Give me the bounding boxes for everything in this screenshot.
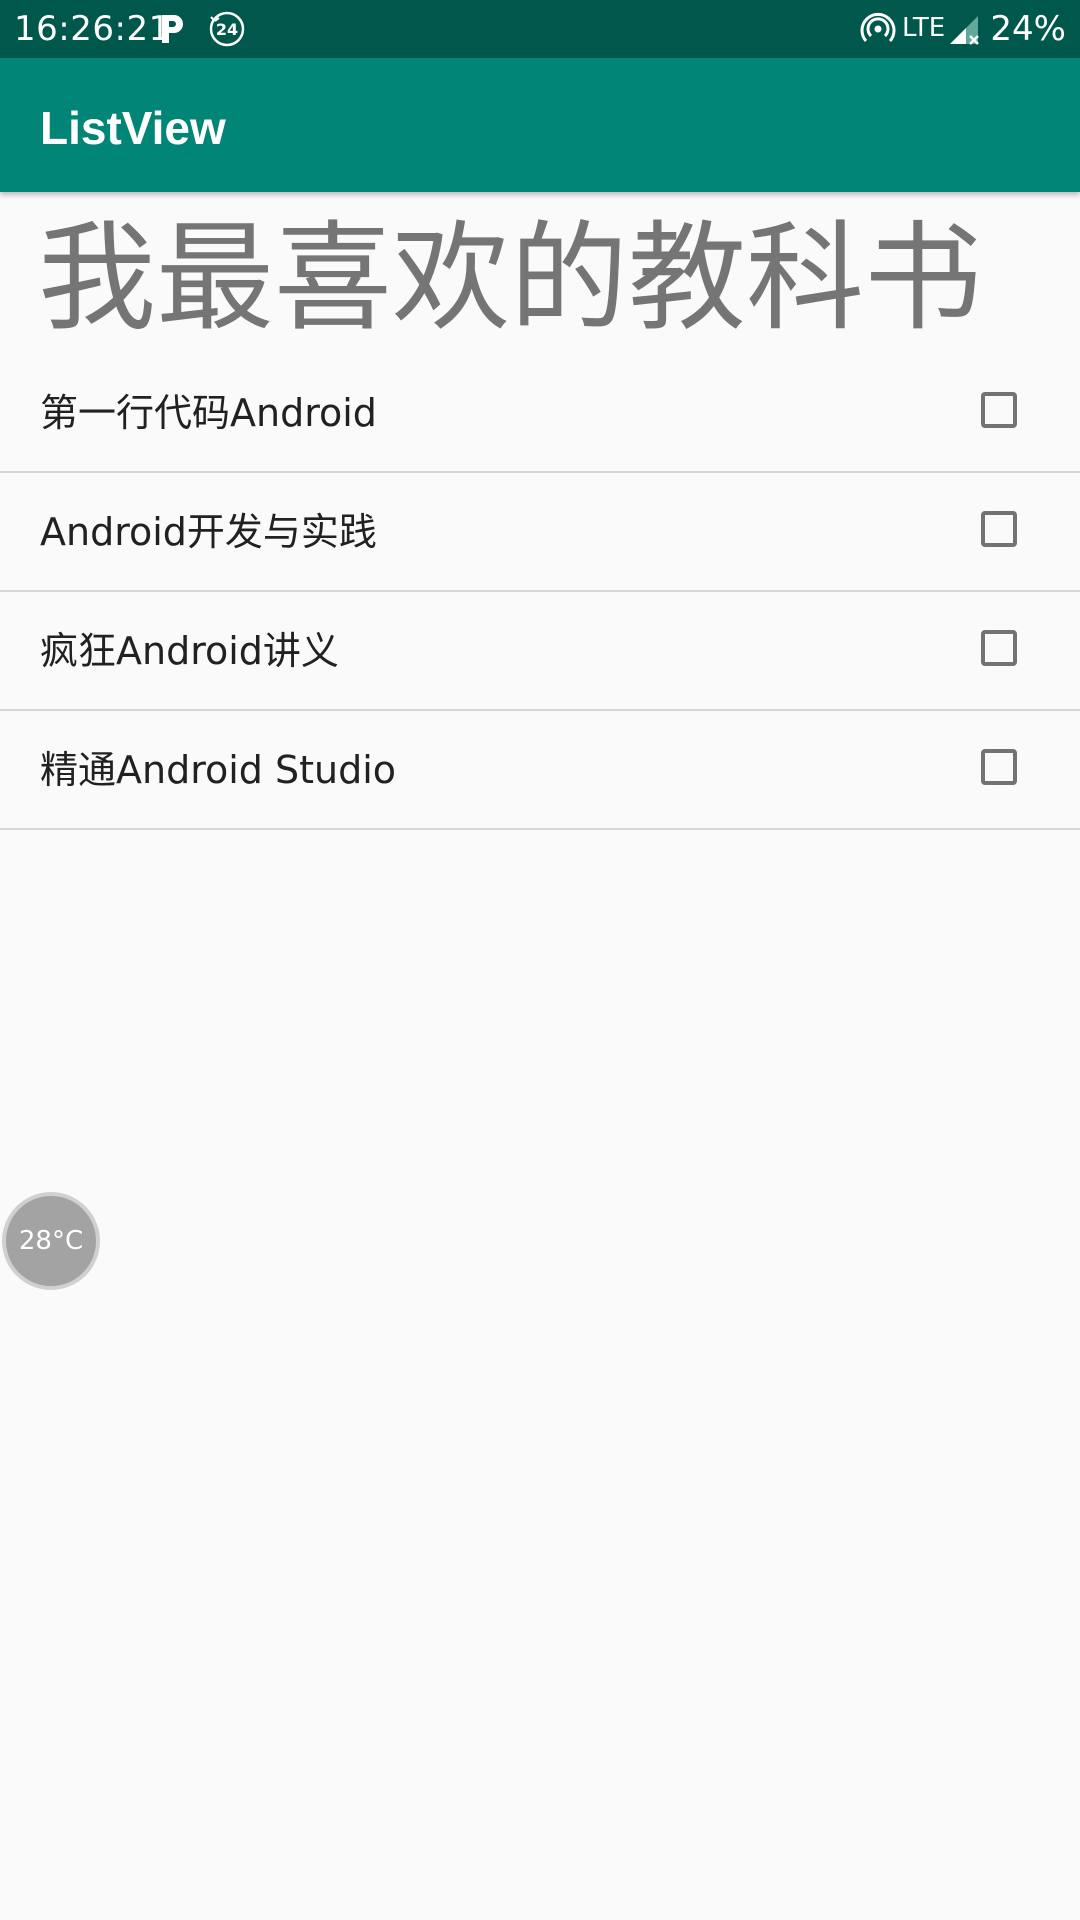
list-item[interactable]: 疯狂Android讲义 <box>0 592 1080 711</box>
list-item-checkbox[interactable] <box>981 392 1017 428</box>
list-item[interactable]: 精通Android Studio <box>0 711 1080 830</box>
page-heading: 我最喜欢的教科书 <box>38 209 983 347</box>
list-item-label: 精通Android Studio <box>40 748 397 792</box>
list-item-label: 疯狂Android讲义 <box>40 629 339 673</box>
list-item[interactable]: 第一行代码Android <box>0 354 1080 473</box>
list-item-checkbox[interactable] <box>981 630 1017 666</box>
app-title: ListView <box>40 102 226 154</box>
screen: 16:26:21 24 LTE 24% ListView 我最喜欢的教科书 第一… <box>0 0 1080 1920</box>
list-item-label: Android开发与实践 <box>40 510 377 554</box>
parking-app-icon <box>162 15 183 43</box>
list-item-label: 第一行代码Android <box>40 391 377 435</box>
weather-floating-bubble[interactable]: 28°C <box>2 1192 100 1290</box>
battery-percentage: 24% <box>990 9 1066 49</box>
status-time: 16:26:21 <box>14 9 171 49</box>
list-item-checkbox[interactable] <box>981 511 1017 547</box>
network-type-label: LTE <box>902 13 946 43</box>
list-item-checkbox[interactable] <box>981 749 1017 785</box>
app-bar: ListView <box>0 58 1080 192</box>
status-bar: 16:26:21 24 LTE 24% <box>0 0 1080 58</box>
24-hour-icon: 24 <box>209 11 245 47</box>
signal-icon <box>950 16 979 45</box>
book-list: 第一行代码Android Android开发与实践 疯狂Android讲义 精通… <box>0 354 1080 830</box>
svg-text:24: 24 <box>216 20 238 39</box>
list-item[interactable]: Android开发与实践 <box>0 473 1080 592</box>
hotspot-icon <box>860 12 896 42</box>
